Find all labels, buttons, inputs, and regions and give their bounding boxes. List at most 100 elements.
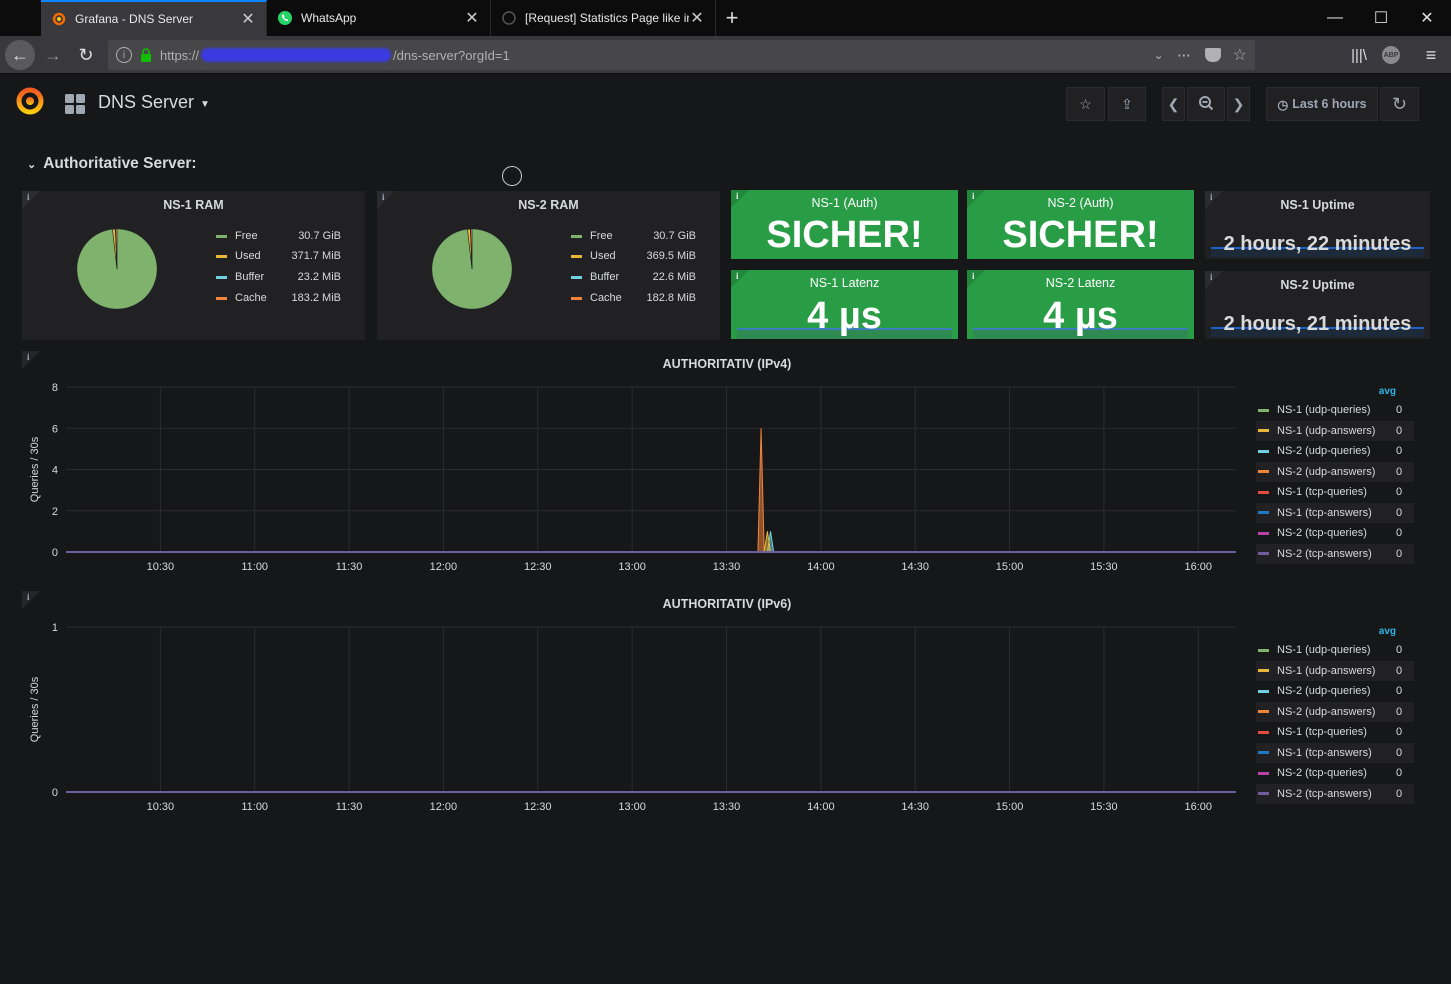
stat-value: 2 hours, 21 minutes: [1223, 313, 1412, 335]
reload-button[interactable]: ↻: [71, 40, 101, 70]
bookmark-star-icon[interactable]: ☆: [1233, 45, 1247, 65]
legend-series-name: NS-1 (udp-answers): [1277, 664, 1376, 677]
hamburger-menu-icon[interactable]: ≡: [1416, 40, 1446, 70]
ns1-auth-panel[interactable]: i NS-1 (Auth) SICHER!: [731, 190, 958, 259]
x-tick-label: 15:00: [996, 561, 1024, 573]
y-axis-label: Queries / 30s: [29, 676, 41, 742]
legend-series-name: NS-1 (tcp-answers): [1277, 746, 1372, 759]
ns1-ram-pie-chart: [76, 228, 158, 310]
legend-series-item[interactable]: NS-2 (udp-queries) 0: [1256, 681, 1414, 702]
time-back-button[interactable]: ❮: [1162, 87, 1185, 121]
share-icon: ⇪: [1121, 95, 1133, 112]
stat-value: SICHER!: [766, 214, 923, 256]
time-range-picker[interactable]: ◷ Last 6 hours: [1266, 87, 1378, 121]
ns2-auth-panel[interactable]: i NS-2 (Auth) SICHER!: [967, 190, 1194, 259]
legend-series-item[interactable]: NS-1 (tcp-answers) 0: [1256, 502, 1414, 523]
grafana-logo-icon[interactable]: [14, 85, 46, 117]
legend-item-buffer: Buffer 22.6 MiB: [571, 271, 696, 283]
legend-value: 371.7 MiB: [291, 250, 341, 262]
library-icon[interactable]: |||\: [1344, 40, 1374, 70]
y-axis-label: Queries / 30s: [29, 436, 41, 502]
legend-label: Free: [235, 230, 258, 242]
ipv4-graph-panel[interactable]: i AUTHORITATIV (IPv4) 0 2 4 6 8 10:30 11:00 11:…: [22, 351, 1432, 579]
time-forward-button[interactable]: ❯: [1227, 87, 1250, 121]
legend-swatch: [571, 296, 582, 300]
star-dashboard-button[interactable]: ☆: [1066, 87, 1105, 121]
ns1-latency-panel[interactable]: i NS-1 Latenz 4 µs: [731, 270, 958, 339]
tab-github-request[interactable]: [Request] Statistics Page like in ✕: [491, 0, 716, 36]
tab-grafana[interactable]: Grafana - DNS Server ✕: [41, 0, 267, 36]
legend-swatch: [571, 254, 582, 258]
legend-series-item[interactable]: NS-1 (udp-answers) 0: [1256, 660, 1414, 681]
stat-value: SICHER!: [1002, 214, 1159, 256]
ns1-uptime-panel[interactable]: i NS-1 Uptime 2 hours, 22 minutes: [1205, 191, 1430, 259]
legend-swatch: [1258, 531, 1269, 535]
legend-series-name: NS-1 (udp-answers): [1277, 424, 1376, 437]
whatsapp-icon: [277, 10, 293, 26]
close-tab-icon[interactable]: ✕: [240, 9, 256, 29]
ns2-uptime-panel[interactable]: i NS-2 Uptime 2 hours, 21 minutes: [1205, 271, 1430, 339]
legend-series-item[interactable]: NS-1 (tcp-queries) 0: [1256, 482, 1414, 503]
minimize-button[interactable]: —: [1312, 0, 1358, 36]
ns1-ram-panel[interactable]: i NS-1 RAM Free 30.7 GiB Used 371.7 MiB Bu…: [22, 191, 365, 340]
legend-series-item[interactable]: NS-2 (udp-queries) 0: [1256, 441, 1414, 462]
star-icon: ☆: [1079, 95, 1092, 112]
chevron-down-icon[interactable]: ⌄: [1154, 48, 1164, 62]
tab-whatsapp[interactable]: WhatsApp ✕: [267, 0, 491, 36]
legend-series-item[interactable]: NS-1 (tcp-queries) 0: [1256, 722, 1414, 743]
legend-series-item[interactable]: NS-2 (tcp-answers) 0: [1256, 543, 1414, 564]
back-button[interactable]: ←: [5, 40, 35, 70]
new-tab-button[interactable]: +: [720, 0, 744, 36]
lock-icon[interactable]: [140, 48, 152, 62]
dashboard-title-picker[interactable]: DNS Server ▼: [98, 92, 210, 113]
legend-series-item[interactable]: NS-2 (udp-answers) 0: [1256, 701, 1414, 722]
adblock-icon[interactable]: ABP: [1376, 40, 1406, 70]
legend-series-name: NS-2 (tcp-answers): [1277, 547, 1372, 560]
stat-value: 4 µs: [1043, 295, 1118, 337]
dashboard-grid-icon[interactable]: [64, 93, 86, 115]
legend-series-item[interactable]: NS-1 (tcp-answers) 0: [1256, 742, 1414, 763]
x-tick-label: 11:30: [336, 561, 363, 573]
tab-title: [Request] Statistics Page like in: [525, 11, 689, 25]
legend-series-item[interactable]: NS-2 (udp-answers) 0: [1256, 461, 1414, 482]
x-tick-label: 10:30: [147, 801, 175, 813]
legend-swatch: [216, 275, 227, 279]
legend-series-item[interactable]: NS-2 (tcp-answers) 0: [1256, 783, 1414, 804]
x-tick-label: 11:00: [241, 801, 268, 813]
legend-value: 30.7 GiB: [653, 230, 696, 242]
ns2-ram-pie-chart: [431, 228, 513, 310]
pocket-icon[interactable]: [1204, 48, 1221, 62]
url-bar[interactable]: i https:// /dns-server?orgId=1 ⌄ ··· ☆: [108, 40, 1255, 70]
ns2-latency-panel[interactable]: i NS-2 Latenz 4 µs: [967, 270, 1194, 339]
ipv6-legend: avg NS-1 (udp-queries) 0 NS-1 (udp-answers…: [1256, 626, 1414, 804]
zoom-out-icon: [1198, 95, 1214, 114]
url-prefix: https://: [160, 47, 200, 63]
info-icon[interactable]: i: [116, 47, 132, 63]
share-dashboard-button[interactable]: ⇪: [1108, 87, 1146, 121]
chevron-down-icon: ⌄: [27, 158, 37, 171]
zoom-out-button[interactable]: [1187, 87, 1225, 121]
close-tab-icon[interactable]: ✕: [689, 8, 705, 28]
close-window-button[interactable]: ✕: [1404, 0, 1450, 36]
refresh-button[interactable]: ↻: [1380, 87, 1419, 121]
ipv6-graph-panel[interactable]: i AUTHORITATIV (IPv6) 0 1 10:30 11:00 11:30 1…: [22, 591, 1432, 819]
legend-series-avg: 0: [1396, 705, 1403, 718]
legend-series-item[interactable]: NS-1 (udp-queries) 0: [1256, 400, 1414, 421]
legend-swatch: [216, 296, 227, 300]
legend-series-item[interactable]: NS-2 (tcp-queries) 0: [1256, 523, 1414, 544]
maximize-button[interactable]: ☐: [1358, 0, 1404, 36]
legend-series-item[interactable]: NS-1 (udp-queries) 0: [1256, 640, 1414, 661]
y-tick-label: 0: [52, 547, 58, 559]
ns2-ram-panel[interactable]: i NS-2 RAM Free 30.7 GiB Used 369.5 MiB Bu…: [377, 191, 720, 340]
forward-button[interactable]: →: [38, 40, 68, 70]
legend-series-item[interactable]: NS-1 (udp-answers) 0: [1256, 420, 1414, 441]
legend-series-item[interactable]: NS-2 (tcp-queries) 0: [1256, 763, 1414, 784]
grafana-icon: [51, 11, 67, 27]
legend-label: Used: [235, 250, 261, 262]
legend-series-name: NS-1 (udp-queries): [1277, 404, 1371, 417]
legend-series-avg: 0: [1396, 486, 1403, 499]
row-header[interactable]: ⌄ Authoritative Server:: [27, 155, 197, 173]
more-actions-icon[interactable]: ···: [1178, 48, 1191, 63]
x-tick-label: 15:30: [1090, 801, 1118, 813]
close-tab-icon[interactable]: ✕: [464, 8, 480, 28]
